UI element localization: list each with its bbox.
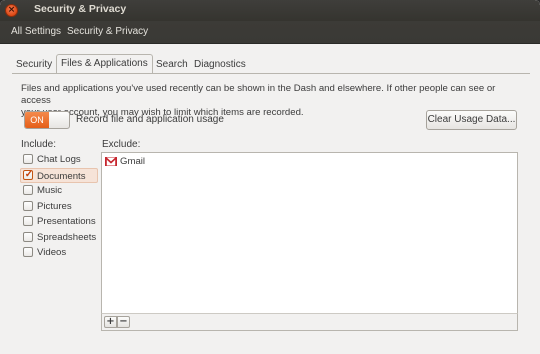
description-line-1: Files and applications you've used recen…	[21, 83, 496, 106]
include-item-pictures[interactable]: Pictures	[21, 199, 98, 215]
include-item-label: Documents	[37, 170, 86, 182]
add-button[interactable]: +	[104, 316, 117, 328]
gmail-icon	[105, 157, 117, 166]
include-heading: Include:	[21, 139, 57, 150]
include-item-label: Spreadsheets	[37, 231, 97, 243]
title-bar: × Security & Privacy	[0, 0, 540, 21]
breadcrumb: All Settings Security & Privacy	[0, 21, 540, 44]
include-item-label: Presentations	[37, 216, 96, 227]
include-item-label: Pictures	[37, 200, 72, 212]
include-item-label: Chat Logs	[37, 154, 81, 165]
tab-diagnostics[interactable]: Diagnostics	[194, 57, 246, 74]
checkbox[interactable]: ✓	[23, 168, 34, 180]
checkbox[interactable]	[23, 154, 33, 164]
clear-usage-data-button[interactable]: Clear Usage Data...	[426, 110, 517, 130]
checkbox[interactable]	[23, 247, 33, 257]
tab-search[interactable]: Search	[156, 57, 188, 74]
include-item-spreadsheets[interactable]: Spreadsheets	[21, 230, 98, 246]
exclude-item-gmail[interactable]: Gmail	[104, 155, 145, 169]
include-item-chat-logs[interactable]: Chat Logs	[21, 152, 98, 168]
include-item-label: Videos	[37, 247, 67, 258]
tab-files-applications[interactable]: Files & Applications	[56, 54, 153, 74]
exclude-item-label: Gmail	[120, 156, 146, 167]
record-usage-label: Record file and application usage	[76, 114, 224, 125]
checkbox[interactable]	[23, 200, 33, 211]
include-item-videos[interactable]: Videos	[21, 245, 98, 261]
checkbox[interactable]	[23, 216, 33, 226]
checkbox[interactable]	[23, 185, 33, 195]
include-item-documents[interactable]: ✓ Documents	[20, 167, 98, 183]
include-item-music[interactable]: Music	[21, 183, 98, 199]
include-item-presentations[interactable]: Presentations	[21, 214, 98, 230]
checkbox[interactable]	[23, 231, 33, 242]
tab-security[interactable]: Security	[16, 57, 52, 74]
check-icon: ✓	[24, 168, 34, 180]
window-title: Security & Privacy	[34, 3, 127, 15]
include-item-label: Music	[37, 185, 63, 196]
include-list: Chat Logs ✓ Documents Music Pictures Pre…	[20, 152, 98, 261]
exclude-toolbar: + −	[101, 313, 518, 331]
close-icon[interactable]: ×	[5, 4, 18, 17]
settings-window: × Security & Privacy All Settings Securi…	[0, 0, 540, 354]
exclude-heading: Exclude:	[102, 139, 141, 150]
remove-button[interactable]: −	[117, 316, 130, 328]
exclude-list[interactable]: Gmail	[101, 152, 518, 331]
breadcrumb-current: Security & Privacy	[67, 26, 149, 37]
toggle-state: ON	[25, 112, 49, 128]
tab-divider	[12, 73, 530, 74]
all-settings-button[interactable]: All Settings	[11, 26, 61, 37]
record-usage-toggle[interactable]: ON	[24, 111, 70, 129]
